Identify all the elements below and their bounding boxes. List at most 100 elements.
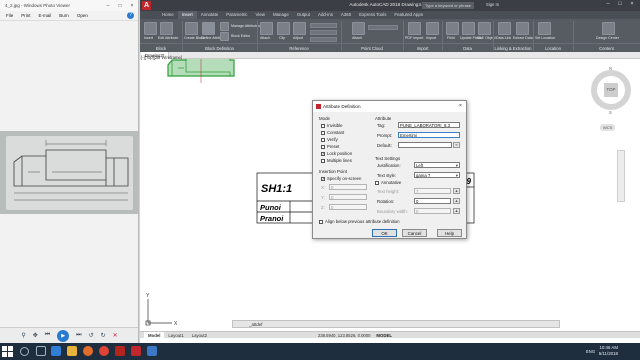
panel-import[interactable]: Import (403, 43, 442, 52)
text-height-pick-button[interactable]: ▲ (453, 188, 460, 194)
tab-home[interactable]: Home (158, 11, 178, 19)
rotation-pick-button[interactable]: ▲ (453, 198, 460, 204)
ok-button[interactable]: OK (372, 229, 397, 237)
tab-layout1[interactable]: Layout1 (164, 332, 187, 339)
data-link-icon[interactable] (498, 22, 511, 35)
fit-icon[interactable]: ✥ (33, 332, 38, 339)
tab-insert[interactable]: Insert (177, 11, 197, 19)
panel-block[interactable]: Block (140, 43, 182, 52)
rotation-input[interactable]: 0 (414, 198, 451, 204)
maximize-icon[interactable]: □ (614, 1, 626, 7)
menu-burn[interactable]: Burn (59, 13, 69, 18)
menu-file[interactable]: File (6, 13, 13, 18)
field-icon[interactable] (446, 22, 459, 35)
firefox-icon[interactable] (83, 346, 93, 356)
tab-view[interactable]: View (252, 11, 269, 19)
boundary-width-input[interactable]: 0 (414, 208, 451, 214)
tab-model[interactable]: Model (144, 331, 165, 339)
clock[interactable]: 10:46 AM 5/11/2018 (599, 345, 618, 357)
panel-data[interactable]: Data (442, 43, 493, 52)
slideshow-icon[interactable]: ▶ (57, 329, 70, 342)
text-style-select[interactable]: gama 7 (414, 172, 460, 178)
prompt-input[interactable]: Emertimi (398, 132, 460, 138)
point-cloud-field[interactable] (368, 25, 398, 30)
delete-icon[interactable]: ✕ (113, 332, 118, 339)
adjust-icon[interactable] (293, 22, 306, 35)
model-space-toggle[interactable]: MODEL (376, 333, 392, 338)
annotative-checkbox[interactable]: Annotative (375, 180, 401, 185)
lock-position-checkbox[interactable]: ✓ Lock position (321, 151, 352, 156)
panel-reference[interactable]: Reference (257, 43, 341, 52)
extract-data-icon[interactable] (516, 22, 529, 35)
close-icon[interactable]: × (459, 103, 462, 109)
default-input[interactable] (398, 142, 452, 148)
edit-attribute-icon[interactable] (160, 22, 173, 35)
pdf-import-icon[interactable] (408, 22, 421, 35)
define-attributes-icon[interactable] (202, 22, 215, 35)
tab-add-ins[interactable]: Add-ins (314, 11, 337, 19)
language-indicator[interactable]: ENG (586, 349, 595, 354)
viewcube-north[interactable]: N (609, 66, 612, 71)
z-input[interactable]: 0 (329, 204, 367, 210)
preset-checkbox[interactable]: Preset (321, 144, 339, 149)
tab-a360[interactable]: A360 (337, 11, 355, 19)
constant-checkbox[interactable]: Constant (321, 130, 344, 135)
chrome-icon[interactable] (99, 346, 109, 356)
point-cloud-attach-icon[interactable] (352, 22, 365, 35)
panel-linking-extraction[interactable]: Linking & Extraction (493, 43, 533, 52)
sign-in-link[interactable]: Sign In (486, 2, 499, 7)
help-icon[interactable]: ? (127, 12, 134, 19)
task-view-icon[interactable] (36, 346, 46, 356)
justification-select[interactable]: Left (414, 162, 460, 168)
menu-email[interactable]: E-mail (39, 13, 52, 18)
start-icon[interactable] (2, 346, 13, 357)
panel-content[interactable]: Content (573, 43, 640, 52)
underlay-layers-field[interactable] (310, 23, 337, 28)
rotate-left-icon[interactable]: ↺ (89, 332, 94, 339)
file-explorer-icon[interactable] (67, 346, 77, 356)
edge-icon[interactable] (51, 346, 61, 356)
lock-position-box[interactable]: ✓ (321, 151, 325, 156)
photo-viewer-taskbar-icon[interactable] (147, 346, 157, 356)
set-location-icon[interactable] (538, 22, 551, 35)
align-below-box[interactable] (319, 219, 323, 224)
tab-parametric[interactable]: Parametric (222, 11, 251, 19)
panel-block-definition[interactable]: Block Definition (182, 43, 257, 52)
annotative-box[interactable] (375, 180, 379, 185)
command-line[interactable]: _attdef (232, 320, 560, 328)
viewcube-south[interactable]: S (609, 110, 612, 115)
import-icon[interactable] (426, 22, 439, 35)
manage-attributes-icon[interactable] (220, 22, 229, 31)
verify-checkbox[interactable]: Verify (321, 137, 338, 142)
design-center-icon[interactable] (602, 22, 615, 35)
pdf-reader-icon[interactable] (115, 346, 125, 356)
navigation-bar[interactable] (617, 150, 625, 202)
frames-field[interactable] (310, 30, 337, 35)
panel-location[interactable]: Location (533, 43, 573, 52)
viewport-controls[interactable]: [-][Top][2D Wireframe] (141, 55, 182, 60)
maximize-icon[interactable]: □ (114, 3, 126, 9)
tab-annotate[interactable]: Annotate (197, 11, 223, 19)
minimize-icon[interactable]: – (102, 3, 114, 9)
minimize-icon[interactable]: – (602, 1, 614, 7)
update-fields-icon[interactable] (462, 22, 475, 35)
menu-open[interactable]: Open (77, 13, 88, 18)
tab-output[interactable]: Output (293, 11, 314, 19)
autocad-taskbar-icon[interactable] (131, 346, 141, 356)
viewcube-top-face[interactable]: TOP (604, 83, 618, 97)
text-height-input[interactable]: 7 (414, 188, 451, 194)
specify-on-screen-checkbox[interactable]: ✓ Specify on-screen (321, 176, 361, 181)
attach-icon[interactable] (260, 22, 273, 35)
block-editor-icon[interactable] (220, 32, 229, 41)
preset-box[interactable] (321, 144, 325, 149)
selected-part[interactable] (167, 59, 235, 83)
panel-point-cloud[interactable]: Point Cloud (341, 43, 403, 52)
clip-icon[interactable] (277, 22, 290, 35)
rotate-right-icon[interactable]: ↻ (101, 332, 106, 339)
align-below-checkbox[interactable]: Align below previous attribute definitio… (319, 219, 400, 224)
tab-manage[interactable]: Manage (269, 11, 293, 19)
help-button[interactable]: Help (437, 229, 462, 237)
insert-field-button[interactable]: ≡ (453, 142, 460, 148)
tab-layout2[interactable]: Layout2 (188, 332, 211, 339)
specify-on-screen-box[interactable]: ✓ (321, 176, 325, 181)
